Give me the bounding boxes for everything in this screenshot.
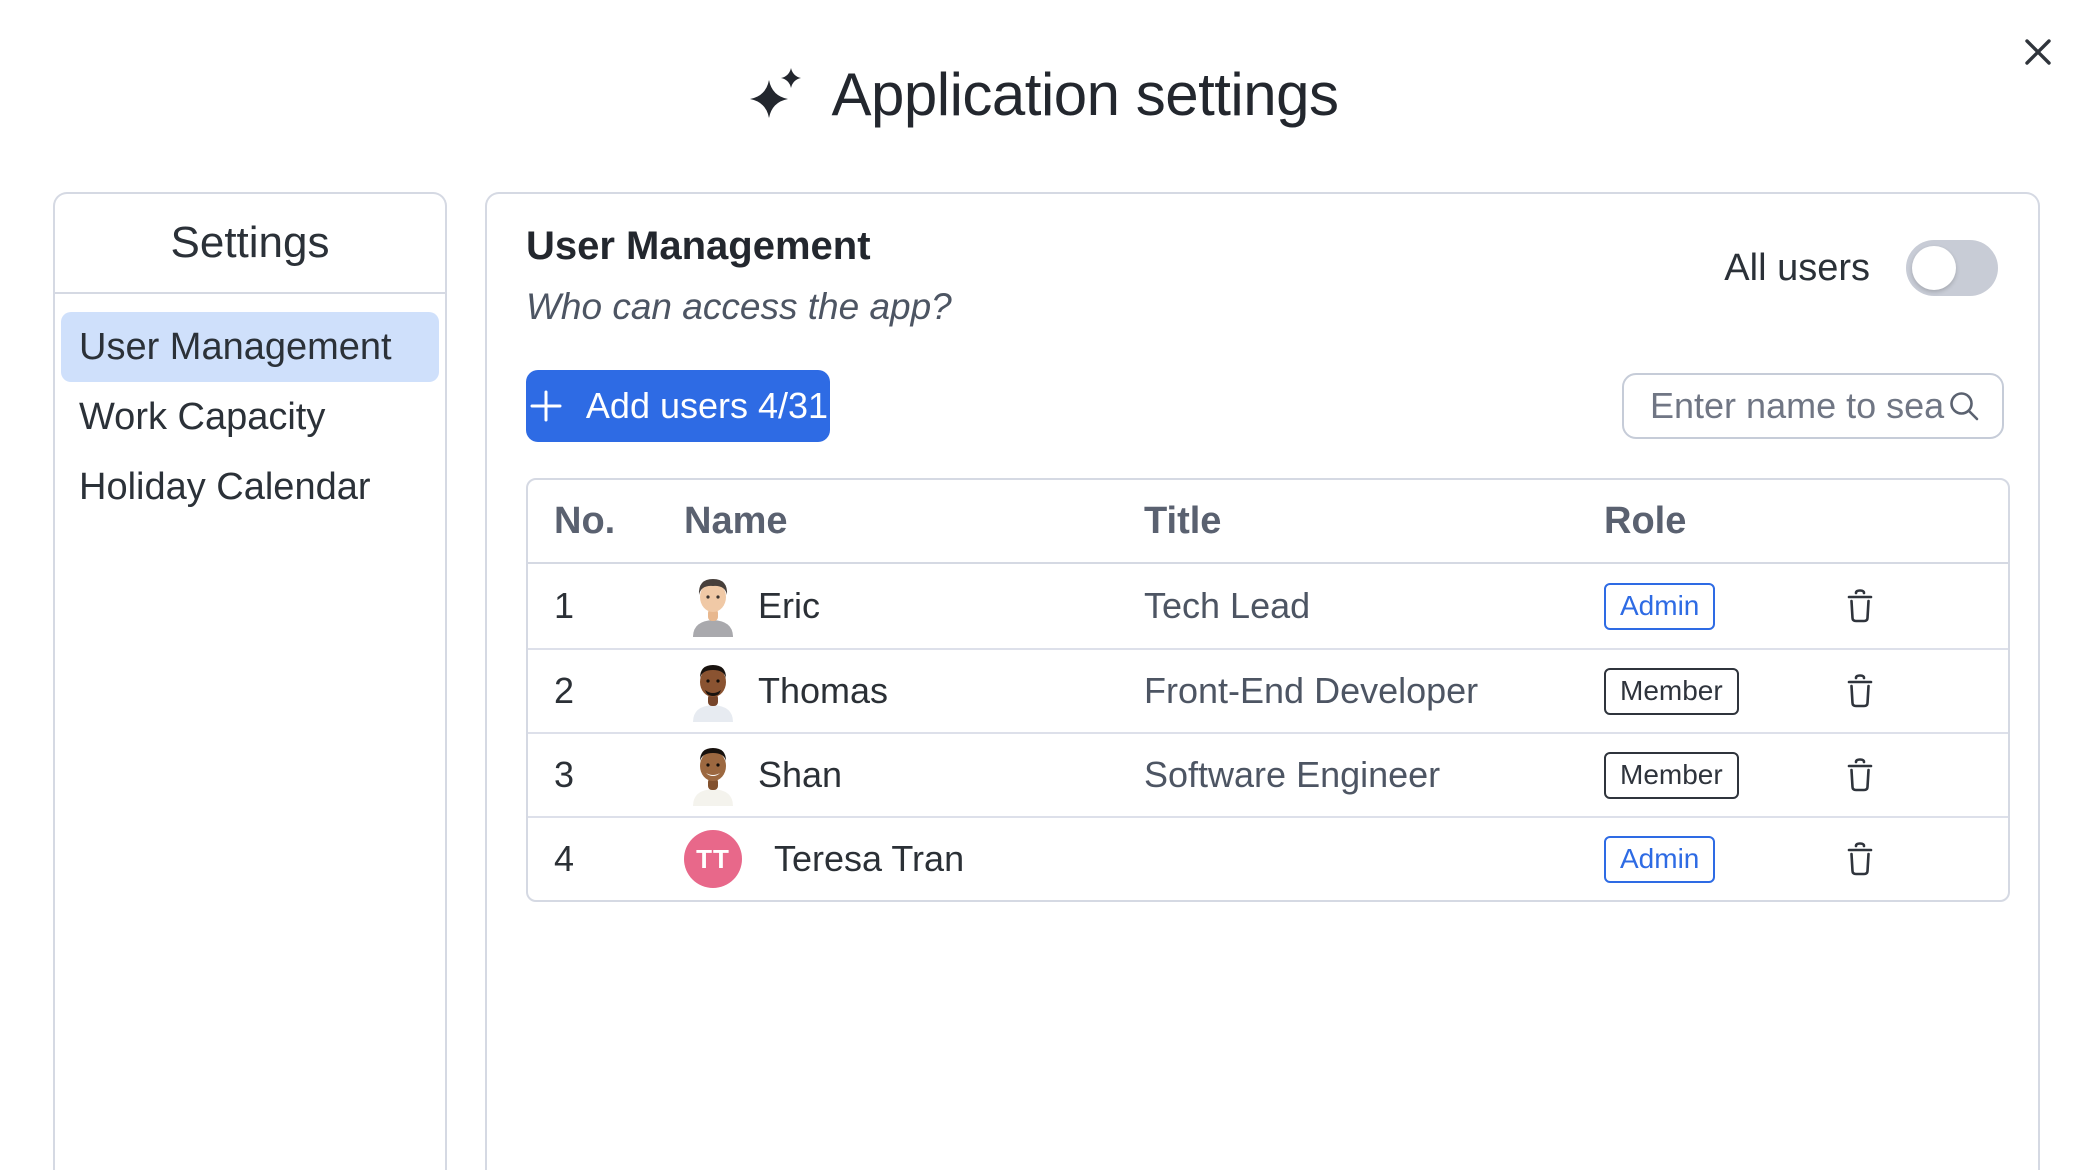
user-name: Eric xyxy=(758,585,820,627)
user-title: Front-End Developer xyxy=(1144,670,1604,712)
user-management-panel: User Management Who can access the app? … xyxy=(485,192,2040,1170)
table-row: 1 Eric Tech Lead Admin xyxy=(528,564,2008,648)
user-title: Tech Lead xyxy=(1144,585,1604,627)
table-row: 2 Thomas Front-End Develop xyxy=(528,648,2008,732)
table-header-row: No. Name Title Role xyxy=(528,480,2008,564)
row-number: 4 xyxy=(554,838,684,880)
row-number: 2 xyxy=(554,670,684,712)
trash-icon xyxy=(1844,757,1876,793)
sparkles-icon xyxy=(748,66,806,124)
users-table: No. Name Title Role 1 xyxy=(526,478,2010,902)
user-avatar xyxy=(684,744,742,806)
role-badge[interactable]: Admin xyxy=(1604,836,1715,883)
sidebar-item-work-capacity[interactable]: Work Capacity xyxy=(61,382,439,452)
user-avatar: TT xyxy=(684,830,742,888)
user-avatar xyxy=(684,660,742,722)
sidebar-item-label: Holiday Calendar xyxy=(79,466,371,509)
table-row: 4 TT Teresa Tran Admin xyxy=(528,816,2008,900)
delete-user-button[interactable] xyxy=(1838,753,1882,797)
all-users-toggle[interactable] xyxy=(1906,240,1998,296)
user-title: Software Engineer xyxy=(1144,754,1604,796)
column-header-no: No. xyxy=(554,500,684,543)
delete-user-button[interactable] xyxy=(1838,837,1882,881)
user-name: Thomas xyxy=(758,670,888,712)
role-badge[interactable]: Member xyxy=(1604,752,1739,799)
search-icon[interactable] xyxy=(1946,388,1982,424)
all-users-label: All users xyxy=(1724,247,1870,290)
sidebar-nav: User Management Work Capacity Holiday Ca… xyxy=(55,294,445,522)
search-box xyxy=(1622,373,2004,439)
add-users-label: Add users 4/31 xyxy=(586,385,828,427)
plus-icon xyxy=(528,388,564,424)
sidebar-item-holiday-calendar[interactable]: Holiday Calendar xyxy=(61,452,439,522)
add-users-button[interactable]: Add users 4/31 xyxy=(526,370,830,442)
search-input[interactable] xyxy=(1650,385,1946,427)
row-number: 1 xyxy=(554,585,684,627)
trash-icon xyxy=(1844,841,1876,877)
sidebar-header: Settings xyxy=(55,194,445,294)
application-settings-dialog: Application settings Settings User Manag… xyxy=(0,0,2086,1170)
delete-user-button[interactable] xyxy=(1838,669,1882,713)
sidebar-item-user-management[interactable]: User Management xyxy=(61,312,439,382)
toggle-knob xyxy=(1912,246,1956,290)
row-number: 3 xyxy=(554,754,684,796)
column-header-title: Title xyxy=(1144,500,1604,543)
column-header-name: Name xyxy=(684,500,1144,543)
trash-icon xyxy=(1844,673,1876,709)
trash-icon xyxy=(1844,588,1876,624)
sidebar-item-label: User Management xyxy=(79,326,392,369)
page-title: Application settings xyxy=(832,62,1339,128)
user-name: Shan xyxy=(758,754,842,796)
user-avatar xyxy=(684,575,742,637)
column-header-role: Role xyxy=(1604,500,1794,543)
toolbar: Add users 4/31 xyxy=(526,370,2004,442)
role-badge[interactable]: Member xyxy=(1604,668,1739,715)
dialog-title: Application settings xyxy=(0,62,2086,128)
settings-sidebar: Settings User Management Work Capacity H… xyxy=(53,192,447,1170)
role-badge[interactable]: Admin xyxy=(1604,583,1715,630)
all-users-control: All users xyxy=(1724,240,1998,296)
sidebar-header-label: Settings xyxy=(171,218,330,268)
sidebar-item-label: Work Capacity xyxy=(79,396,325,439)
user-name: Teresa Tran xyxy=(774,838,964,880)
table-row: 3 Shan Software Engineer xyxy=(528,732,2008,816)
delete-user-button[interactable] xyxy=(1838,584,1882,628)
